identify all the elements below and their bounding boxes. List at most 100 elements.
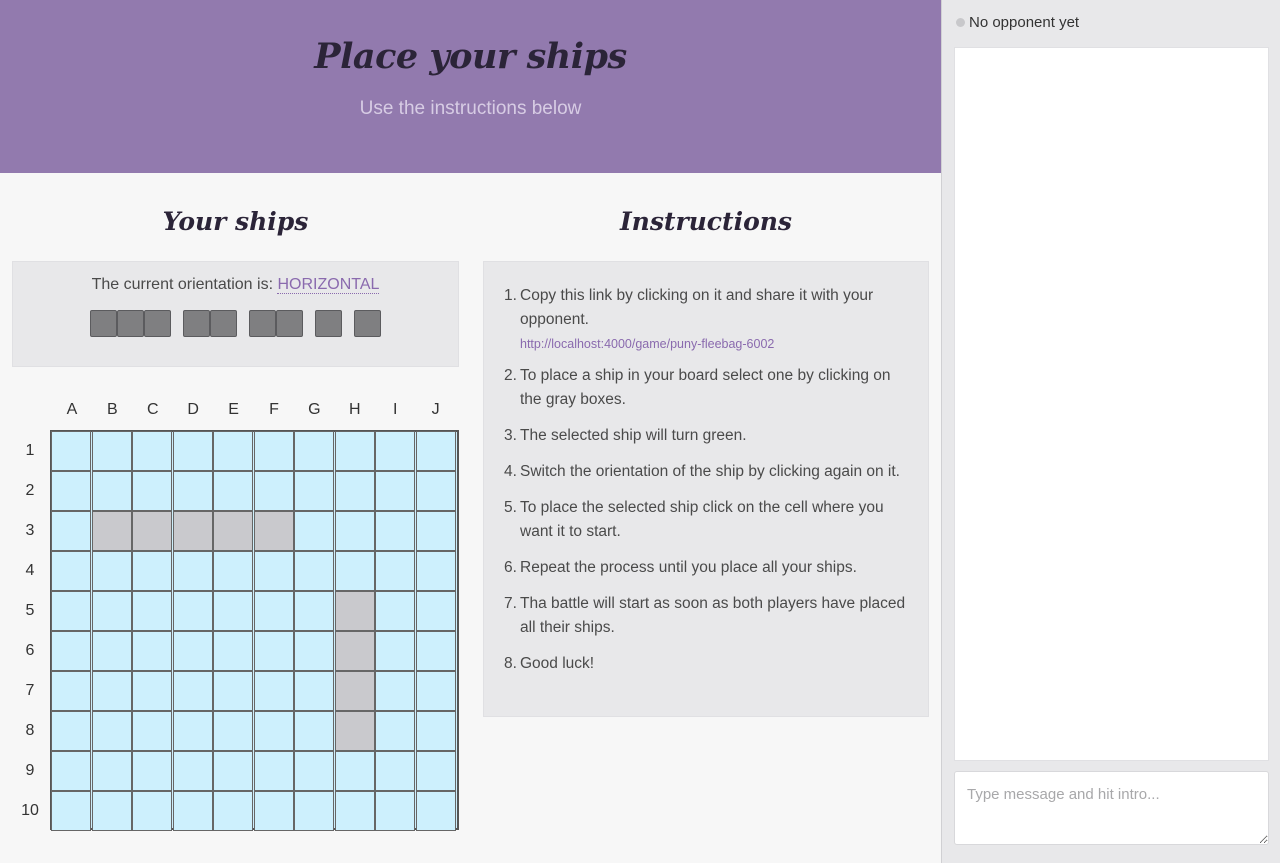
board-cell[interactable] xyxy=(294,631,334,671)
board-cell[interactable] xyxy=(172,431,213,471)
board-cell[interactable] xyxy=(172,671,213,711)
board-cell[interactable] xyxy=(213,791,253,831)
board-cell[interactable] xyxy=(132,471,172,511)
board-cell[interactable] xyxy=(132,791,172,831)
board-cell[interactable] xyxy=(91,471,132,511)
board-cell[interactable] xyxy=(253,791,294,831)
board-cell[interactable] xyxy=(51,511,91,551)
board-cell-ship[interactable] xyxy=(91,511,132,551)
board-cell[interactable] xyxy=(294,751,334,791)
board-cell[interactable] xyxy=(91,791,132,831)
board-cell[interactable] xyxy=(415,471,456,511)
board-cell[interactable] xyxy=(51,551,91,591)
board-cell[interactable] xyxy=(415,551,456,591)
board-cell[interactable] xyxy=(415,591,456,631)
board-cell[interactable] xyxy=(415,631,456,671)
board-cell[interactable] xyxy=(375,711,415,751)
board-cell[interactable] xyxy=(375,551,415,591)
board-cell[interactable] xyxy=(253,711,294,751)
board-cell[interactable] xyxy=(375,631,415,671)
board-cell[interactable] xyxy=(91,431,132,471)
board-cell[interactable] xyxy=(415,711,456,751)
board-cell[interactable] xyxy=(253,751,294,791)
board-cell[interactable] xyxy=(51,751,91,791)
board-cell[interactable] xyxy=(172,631,213,671)
fleet-ship-2b[interactable] xyxy=(249,310,303,338)
board-cell[interactable] xyxy=(375,791,415,831)
board-cell[interactable] xyxy=(334,791,375,831)
fleet-ship-2[interactable] xyxy=(183,310,237,338)
board-cell[interactable] xyxy=(132,551,172,591)
game-share-link[interactable]: http://localhost:4000/game/puny-fleebag-… xyxy=(520,336,914,352)
board-cell[interactable] xyxy=(415,671,456,711)
board-cell-ship[interactable] xyxy=(253,511,294,551)
board-cell[interactable] xyxy=(253,471,294,511)
board-cell[interactable] xyxy=(375,431,415,471)
board-cell[interactable] xyxy=(334,511,375,551)
board-cell-ship[interactable] xyxy=(334,671,375,711)
board-cell[interactable] xyxy=(294,591,334,631)
board-cell[interactable] xyxy=(51,791,91,831)
board-cell[interactable] xyxy=(172,471,213,511)
orientation-toggle[interactable]: HORIZONTAL xyxy=(277,276,380,294)
board-cell[interactable] xyxy=(213,551,253,591)
board-cell[interactable] xyxy=(294,551,334,591)
board-cell[interactable] xyxy=(253,671,294,711)
board-cell[interactable] xyxy=(415,511,456,551)
fleet-ship-1b[interactable] xyxy=(354,310,381,338)
board-cell[interactable] xyxy=(51,711,91,751)
board-cell[interactable] xyxy=(91,671,132,711)
board-cell[interactable] xyxy=(253,431,294,471)
board-cell[interactable] xyxy=(132,591,172,631)
board-cell[interactable] xyxy=(375,591,415,631)
board-cell[interactable] xyxy=(294,711,334,751)
board-cell-ship[interactable] xyxy=(334,591,375,631)
board-cell[interactable] xyxy=(415,791,456,831)
board-cell-ship[interactable] xyxy=(172,511,213,551)
board-cell[interactable] xyxy=(91,631,132,671)
chat-messages[interactable] xyxy=(954,47,1269,761)
board-cell[interactable] xyxy=(51,591,91,631)
board-cell[interactable] xyxy=(415,431,456,471)
board-cell[interactable] xyxy=(334,751,375,791)
board-cell[interactable] xyxy=(91,591,132,631)
board-cell[interactable] xyxy=(51,431,91,471)
fleet-ship-3[interactable] xyxy=(90,310,171,338)
board-cell[interactable] xyxy=(132,631,172,671)
board-cell[interactable] xyxy=(172,711,213,751)
board-cell[interactable] xyxy=(172,791,213,831)
board-cell[interactable] xyxy=(294,671,334,711)
board-cell[interactable] xyxy=(294,471,334,511)
board-cell[interactable] xyxy=(172,551,213,591)
board-cell[interactable] xyxy=(213,671,253,711)
board-cell[interactable] xyxy=(253,631,294,671)
board-cell[interactable] xyxy=(213,431,253,471)
board-cell[interactable] xyxy=(132,751,172,791)
board-cell[interactable] xyxy=(253,591,294,631)
board-cell[interactable] xyxy=(294,431,334,471)
board-cell[interactable] xyxy=(213,471,253,511)
board-cell[interactable] xyxy=(213,751,253,791)
board-cell[interactable] xyxy=(172,751,213,791)
board-cell[interactable] xyxy=(294,791,334,831)
board-cell[interactable] xyxy=(375,751,415,791)
board-cell[interactable] xyxy=(51,631,91,671)
board-cell[interactable] xyxy=(51,671,91,711)
board-cell[interactable] xyxy=(375,671,415,711)
chat-input[interactable] xyxy=(954,771,1269,845)
board-cell-ship[interactable] xyxy=(213,511,253,551)
board-cell-ship[interactable] xyxy=(132,511,172,551)
board-cell[interactable] xyxy=(213,711,253,751)
board-cell[interactable] xyxy=(91,551,132,591)
board-cell[interactable] xyxy=(334,551,375,591)
board-cell[interactable] xyxy=(253,551,294,591)
board-cell[interactable] xyxy=(334,471,375,511)
fleet-ship-1[interactable] xyxy=(315,310,342,338)
board-cell[interactable] xyxy=(294,511,334,551)
board-cell[interactable] xyxy=(213,631,253,671)
board-cell[interactable] xyxy=(172,591,213,631)
board-cell[interactable] xyxy=(132,711,172,751)
board-cell[interactable] xyxy=(91,711,132,751)
board-cell[interactable] xyxy=(415,751,456,791)
board-cell[interactable] xyxy=(132,671,172,711)
